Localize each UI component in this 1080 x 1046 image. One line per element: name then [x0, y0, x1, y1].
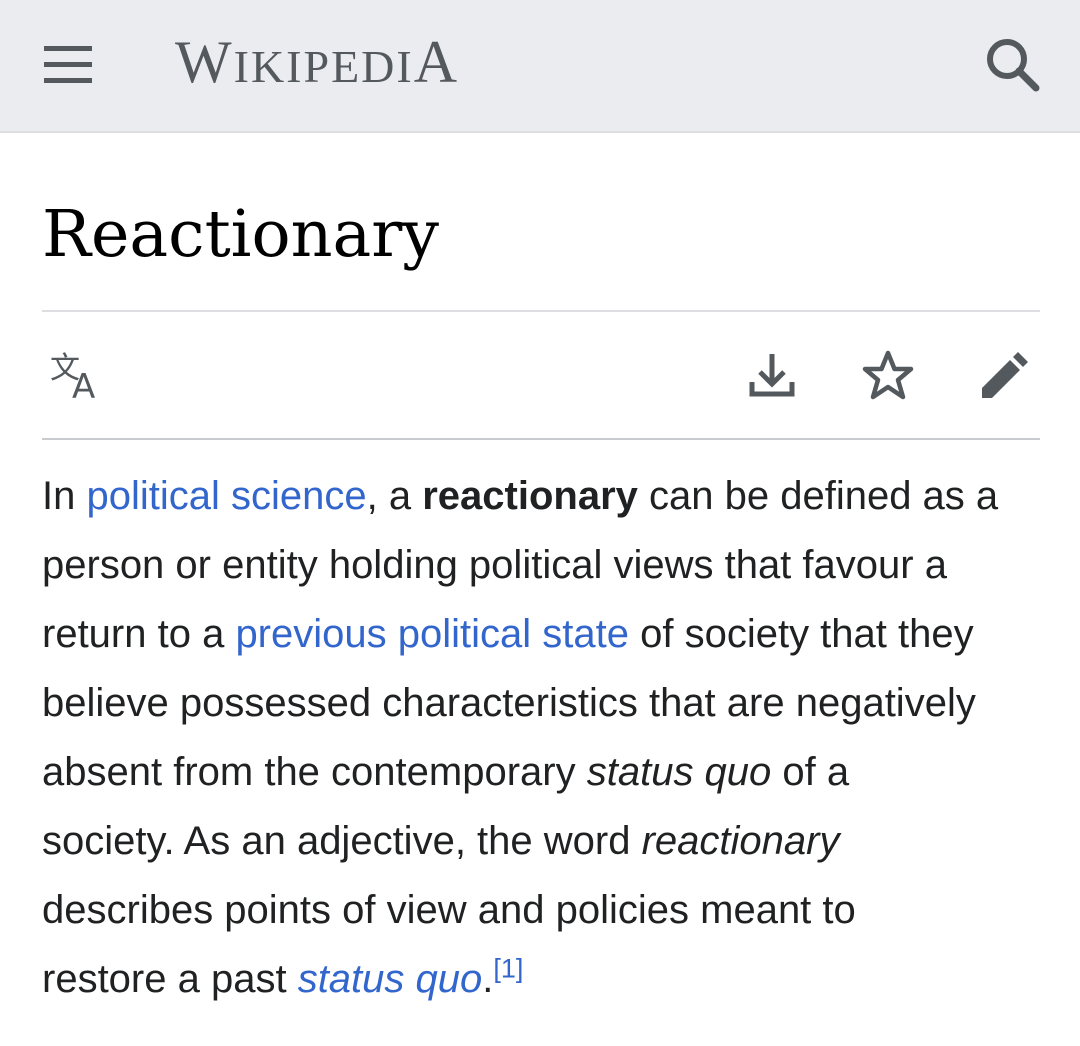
- link-political-science[interactable]: political science: [86, 474, 366, 518]
- search-icon: [987, 39, 1040, 92]
- language-button[interactable]: 文 A: [48, 348, 110, 407]
- download-button[interactable]: [744, 348, 800, 404]
- main-menu-button[interactable]: [38, 36, 98, 92]
- hamburger-menu-icon: [44, 46, 92, 83]
- lead-line: person or entity holding political views…: [42, 543, 947, 587]
- top-header-bar: WIKIPEDIA: [0, 0, 1080, 133]
- reference-link-1[interactable]: [1]: [493, 954, 523, 984]
- lead-line: believe possessed characteristics that a…: [42, 681, 976, 725]
- language-icon: 文 A: [50, 351, 95, 407]
- page-title: Reactionary: [42, 197, 440, 272]
- download-icon: [749, 354, 795, 397]
- search-button[interactable]: [980, 32, 1046, 98]
- lead-line: absent from the contemporary status quo …: [42, 750, 850, 794]
- lead-line: restore a past status quo.[1]: [42, 953, 524, 1001]
- italic-term: reactionary: [641, 819, 840, 863]
- lead-line: describes points of view and policies me…: [42, 888, 856, 932]
- pencil-icon: [982, 352, 1028, 398]
- title-divider: [42, 310, 1040, 312]
- lead-paragraph: In political science, a reactionary can …: [42, 462, 1042, 1014]
- actions-divider: [42, 438, 1040, 440]
- lead-line: return to a previous political state of …: [42, 612, 974, 656]
- wikipedia-wordmark[interactable]: WIKIPEDIA: [175, 30, 459, 94]
- lead-line: society. As an adjective, the word react…: [42, 819, 840, 863]
- link-status-quo[interactable]: status quo: [298, 957, 483, 1001]
- edit-button[interactable]: [974, 348, 1030, 404]
- bold-term: reactionary: [422, 474, 638, 518]
- star-icon: [862, 350, 914, 400]
- italic-term: status quo: [586, 750, 772, 794]
- svg-text:A: A: [72, 367, 95, 404]
- watch-star-button[interactable]: [858, 348, 918, 404]
- link-previous-political-state[interactable]: previous political state: [235, 612, 629, 656]
- lead-line: In political science, a reactionary can …: [42, 474, 999, 518]
